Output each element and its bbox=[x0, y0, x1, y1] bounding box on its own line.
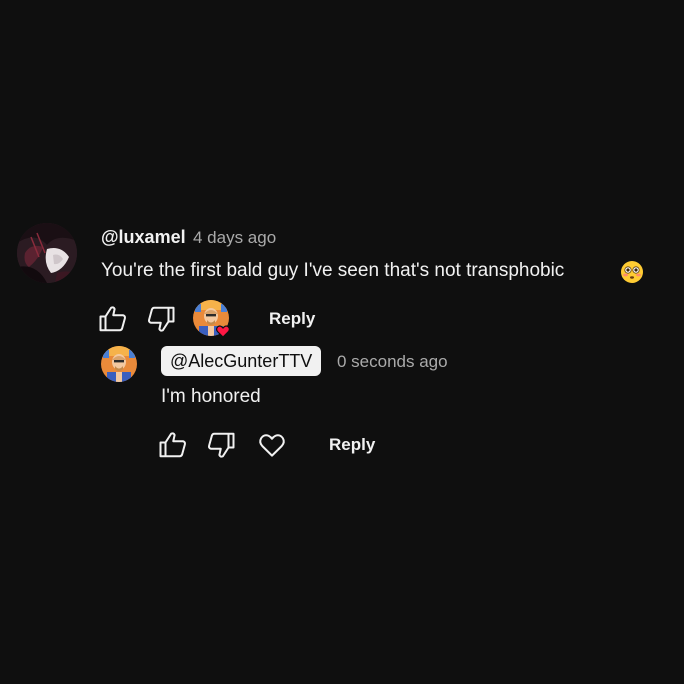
like-button[interactable] bbox=[98, 304, 128, 334]
reply-reply-button[interactable]: Reply bbox=[329, 435, 375, 455]
reply-timestamp[interactable]: 0 seconds ago bbox=[337, 351, 448, 373]
comment-text: You're the first bald guy I've seen that… bbox=[101, 260, 565, 281]
creator-heart-avatar[interactable] bbox=[193, 300, 231, 338]
commenter-avatar-image bbox=[17, 223, 77, 283]
comment-timestamp[interactable]: 4 days ago bbox=[193, 227, 276, 249]
commenter-avatar[interactable] bbox=[17, 223, 77, 283]
reply-author-avatar[interactable] bbox=[101, 346, 137, 382]
thumb-down-icon bbox=[208, 432, 235, 458]
reply-text: I'm honored bbox=[161, 386, 261, 407]
thumb-up-icon bbox=[159, 432, 186, 458]
reply-dislike-button[interactable] bbox=[206, 430, 236, 460]
dislike-button[interactable] bbox=[146, 304, 176, 334]
thumb-up-icon bbox=[99, 306, 126, 332]
thumb-down-icon bbox=[148, 306, 175, 332]
commenter-username[interactable]: @luxamel bbox=[101, 226, 186, 248]
heart-outline-icon bbox=[259, 434, 285, 457]
reply-author-avatar-image bbox=[101, 346, 137, 382]
reply-author-username[interactable]: @AlecGunterTTV bbox=[161, 346, 322, 376]
creator-heart-button[interactable] bbox=[257, 430, 287, 460]
reply-button[interactable]: Reply bbox=[269, 309, 315, 329]
reply-like-button[interactable] bbox=[158, 430, 188, 460]
flushed-face-emoji bbox=[620, 260, 644, 284]
